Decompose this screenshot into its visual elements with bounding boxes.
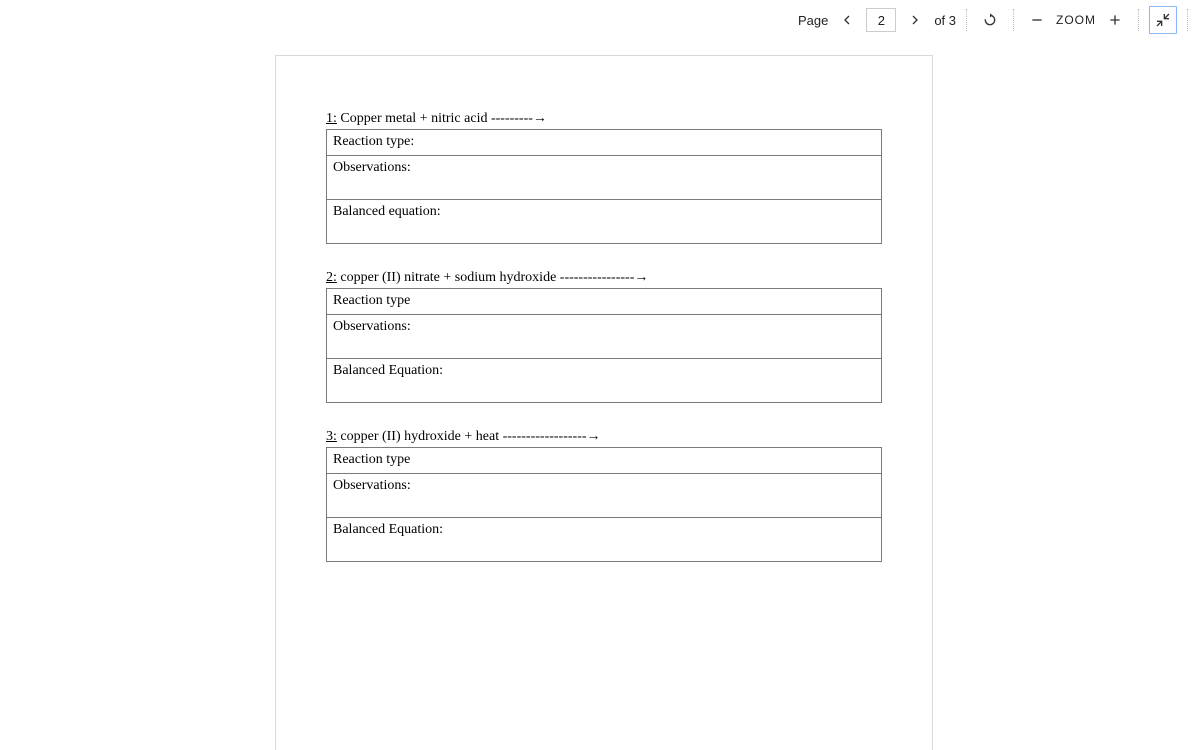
reaction-title: 2: copper (II) nitrate + sodium hydroxid… [326, 270, 882, 286]
page-count-label: of 3 [934, 13, 956, 28]
reaction-block: 2: copper (II) nitrate + sodium hydroxid… [326, 270, 882, 403]
minus-icon [1029, 12, 1045, 28]
reaction-type-cell: Reaction type: [327, 130, 882, 156]
page-number-input[interactable] [866, 8, 896, 32]
reaction-type-cell: Reaction type [327, 289, 882, 315]
reaction-table: Reaction type Observations: Balanced Equ… [326, 447, 882, 562]
reaction-block: 3: copper (II) hydroxide + heat --------… [326, 429, 882, 562]
zoom-out-button[interactable] [1024, 7, 1050, 33]
page-label: Page [798, 13, 828, 28]
balanced-equation-cell: Balanced Equation: [327, 359, 882, 403]
reaction-text: copper (II) nitrate + sodium hydroxide -… [337, 270, 634, 285]
collapse-icon [1155, 12, 1171, 28]
document-page: 1: Copper metal + nitric acid ---------→… [275, 55, 933, 750]
reaction-type-cell: Reaction type [327, 448, 882, 474]
reaction-text: Copper metal + nitric acid --------- [337, 111, 533, 126]
reaction-table: Reaction type: Observations: Balanced eq… [326, 129, 882, 244]
toolbar-separator [966, 9, 967, 31]
toolbar-separator [1187, 9, 1188, 31]
reaction-title: 3: copper (II) hydroxide + heat --------… [326, 429, 882, 445]
arrow-icon: → [533, 111, 547, 126]
rotate-button[interactable] [977, 7, 1003, 33]
reaction-block: 1: Copper metal + nitric acid ---------→… [326, 111, 882, 244]
reaction-table: Reaction type Observations: Balanced Equ… [326, 288, 882, 403]
arrow-icon: → [587, 429, 601, 444]
reaction-title: 1: Copper metal + nitric acid ---------→ [326, 111, 882, 127]
reaction-number: 3: [326, 429, 337, 444]
zoom-in-button[interactable] [1102, 7, 1128, 33]
balanced-equation-cell: Balanced Equation: [327, 518, 882, 562]
arrow-icon: → [634, 270, 648, 285]
reaction-text: copper (II) hydroxide + heat -----------… [337, 429, 587, 444]
chevron-left-icon [839, 12, 855, 28]
observations-cell: Observations: [327, 474, 882, 518]
plus-icon [1107, 12, 1123, 28]
zoom-label: ZOOM [1056, 13, 1096, 27]
observations-cell: Observations: [327, 156, 882, 200]
viewer-toolbar: Page of 3 ZOOM [790, 0, 1200, 40]
observations-cell: Observations: [327, 315, 882, 359]
chevron-right-icon [907, 12, 923, 28]
toolbar-separator [1138, 9, 1139, 31]
rotate-icon [982, 12, 998, 28]
prev-page-button[interactable] [834, 7, 860, 33]
fit-page-button[interactable] [1149, 6, 1177, 34]
next-page-button[interactable] [902, 7, 928, 33]
reaction-number: 2: [326, 270, 337, 285]
toolbar-separator [1013, 9, 1014, 31]
balanced-equation-cell: Balanced equation: [327, 200, 882, 244]
reaction-number: 1: [326, 111, 337, 126]
